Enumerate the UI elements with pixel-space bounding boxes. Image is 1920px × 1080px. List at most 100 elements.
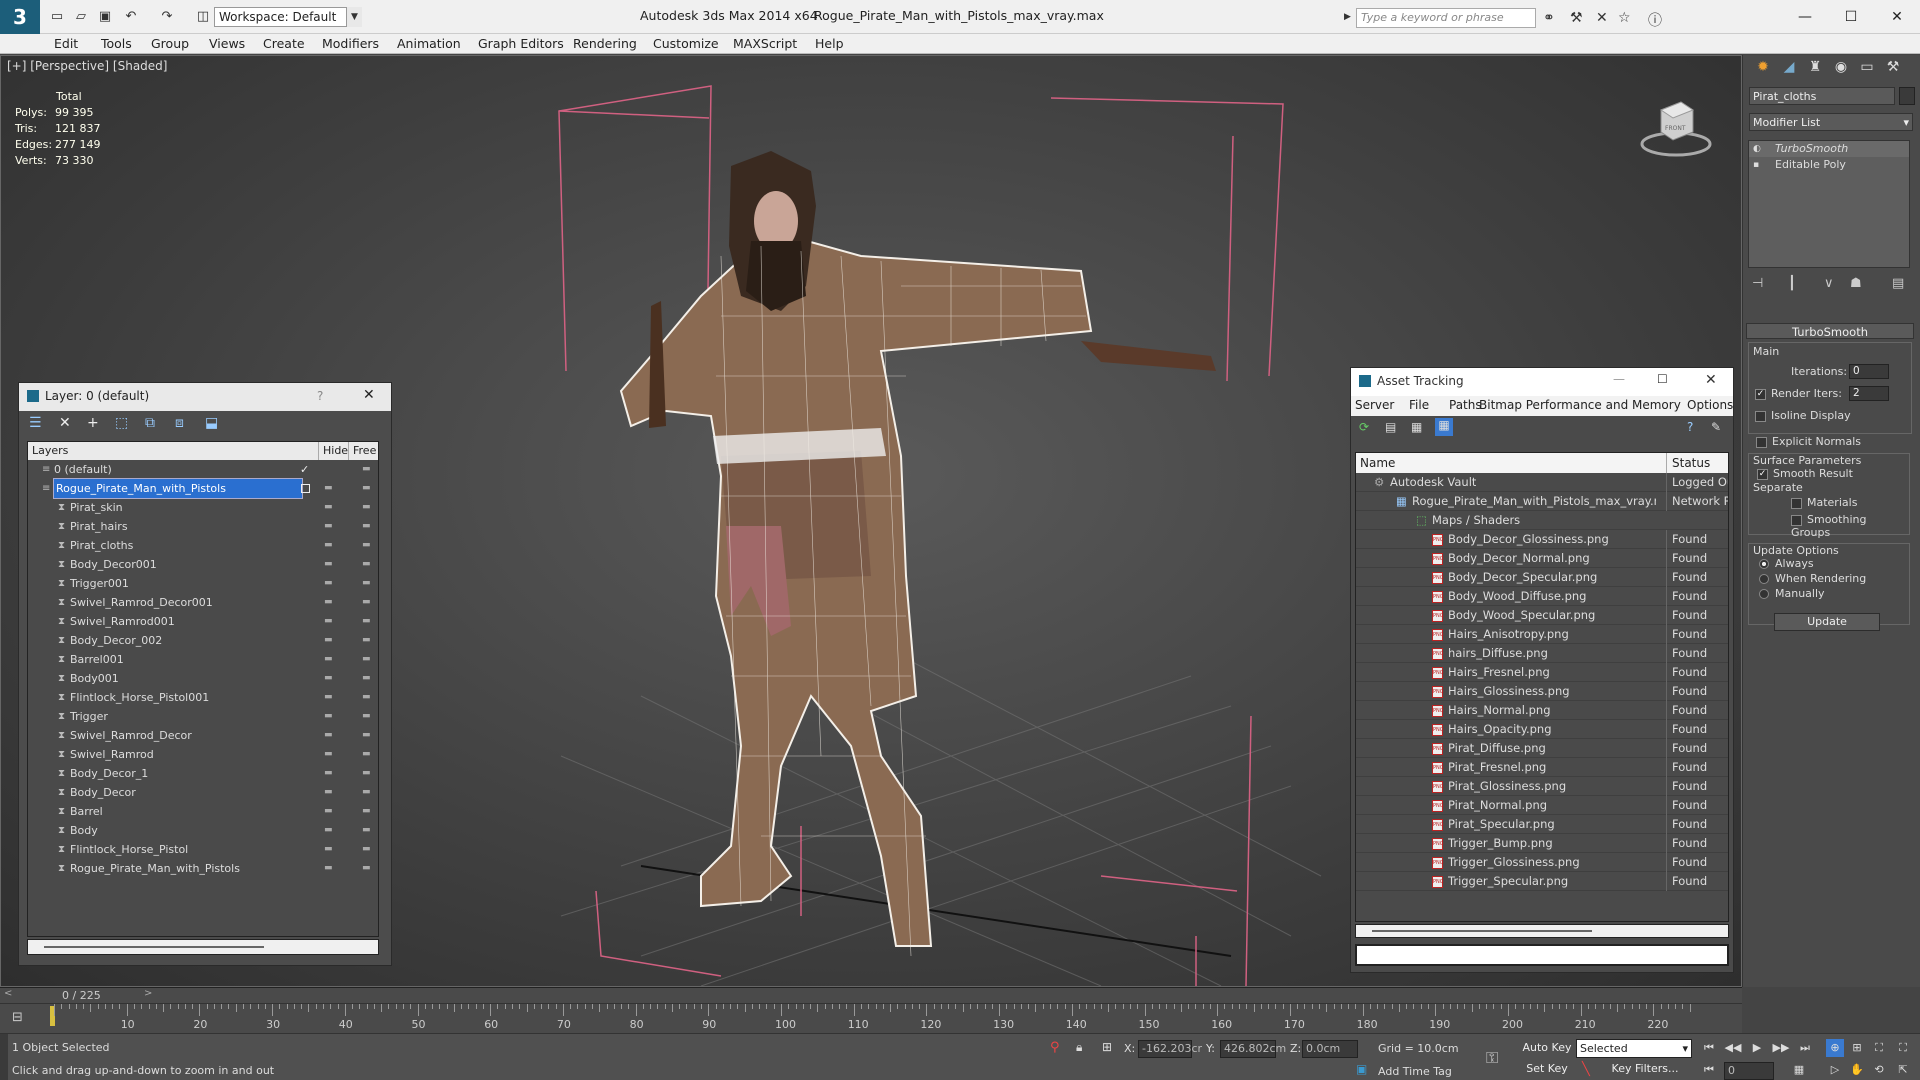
asset-row[interactable]: PNG Pirat_Diffuse.png Found <box>1356 739 1728 758</box>
hide-toggle[interactable]: ▬ <box>324 555 332 574</box>
freeze-toggle[interactable]: ▬ <box>362 764 370 783</box>
freeze-toggle[interactable]: ▬ <box>362 688 370 707</box>
layer-name[interactable]: Body_Decor001 <box>70 555 157 574</box>
asset-row[interactable]: PNG Trigger_Bump.png Found <box>1356 834 1728 853</box>
delete-layer-icon[interactable]: ✕ <box>59 415 71 431</box>
workspace-dropdown[interactable]: Workspace: Default <box>214 7 362 27</box>
hide-toggle[interactable]: ▬ <box>324 688 332 707</box>
time-slider[interactable]: < 0 / 225 > <box>0 987 1742 1003</box>
key-filters-button[interactable]: Key Filters... <box>1600 1061 1690 1079</box>
freeze-toggle[interactable]: ▬ <box>362 726 370 745</box>
z-coordinate-field[interactable]: 0.0cm <box>1302 1040 1358 1058</box>
asset-row[interactable]: PNG hairs_Diffuse.png Found <box>1356 644 1728 663</box>
layer-name[interactable]: Trigger001 <box>70 574 129 593</box>
layer-name[interactable]: Body_Decor_002 <box>70 631 162 650</box>
asset-menu-paths[interactable]: Paths <box>1449 398 1482 412</box>
show-end-result-icon[interactable]: ┃ <box>1788 276 1796 291</box>
manually-radio[interactable]: Manually <box>1749 587 1909 600</box>
freeze-toggle[interactable]: ▬ <box>362 498 370 517</box>
freeze-toggle[interactable]: ▬ <box>362 840 370 859</box>
iterations-spinner[interactable]: 0 <box>1849 364 1889 379</box>
layer-scrollbar[interactable] <box>27 939 379 955</box>
freeze-toggle[interactable]: ▬ <box>362 479 370 498</box>
hide-toggle[interactable]: ▬ <box>324 498 332 517</box>
rollout-title[interactable]: TurboSmooth <box>1746 323 1914 339</box>
object-name-field[interactable]: Pirat_cloths <box>1749 87 1895 105</box>
stack-item-turbosmooth[interactable]: ◐ TurboSmooth <box>1749 141 1909 157</box>
tree-view-icon[interactable]: ▦ <box>1411 420 1422 434</box>
hide-toggle[interactable]: ▬ <box>324 745 332 764</box>
layer-row[interactable]: ⧗ Pirat_hairs ▬ ▬ <box>28 517 378 536</box>
layer-row[interactable]: ⧗ Swivel_Ramrod ▬ ▬ <box>28 745 378 764</box>
table-view-icon[interactable]: ▦ <box>1435 418 1453 436</box>
project-folder-icon[interactable]: ◫ <box>194 9 212 25</box>
layer-row[interactable]: ⧗ Swivel_Ramrod_Decor ▬ ▬ <box>28 726 378 745</box>
zoom-all-icon[interactable]: ⊞ <box>1848 1039 1866 1057</box>
asset-menu-file[interactable]: File <box>1409 398 1429 412</box>
layer-name[interactable]: Rogue_Pirate_Man_with_Pistols <box>70 859 240 878</box>
maxscript-listener[interactable] <box>0 1034 8 1080</box>
new-file-icon[interactable]: ▭ <box>48 9 66 25</box>
layer-row[interactable]: ⧗ Body_Decor_002 ▬ ▬ <box>28 631 378 650</box>
remove-modifier-icon[interactable]: ☗ <box>1850 276 1862 291</box>
layer-row[interactable]: ⧗ Trigger001 ▬ ▬ <box>28 574 378 593</box>
save-file-icon[interactable]: ▣ <box>96 9 114 25</box>
menu-graph-editors[interactable]: Graph Editors <box>478 34 564 54</box>
next-frame-icon[interactable]: ▶▶ <box>1772 1039 1790 1057</box>
app-logo-icon[interactable]: 3 <box>0 0 40 34</box>
layer-name[interactable]: Swivel_Ramrod001 <box>70 612 175 631</box>
object-color-swatch[interactable] <box>1899 87 1915 105</box>
create-tab-icon[interactable]: ✹ <box>1751 59 1775 81</box>
hide-toggle[interactable]: ▬ <box>324 479 332 498</box>
layer-row[interactable]: ≡ 0 (default) ✓ ▬ <box>28 460 378 479</box>
freeze-toggle[interactable]: ▬ <box>362 460 370 479</box>
hierarchy-tab-icon[interactable]: ♜ <box>1803 59 1827 81</box>
menu-edit[interactable]: Edit <box>54 34 78 54</box>
col-layers[interactable]: Layers <box>32 442 68 460</box>
asset-row[interactable]: ⬚ Maps / Shaders <box>1356 511 1728 530</box>
layer-name[interactable]: Body_Decor_1 <box>70 764 148 783</box>
layer-window-titlebar[interactable]: Layer: 0 (default) ? ✕ <box>19 383 391 411</box>
make-unique-icon[interactable]: ∨ <box>1824 276 1834 291</box>
col-hide[interactable]: Hide <box>318 442 348 460</box>
explicit-normals-checkbox[interactable]: Explicit Normals <box>1756 435 1861 448</box>
time-tag-icon[interactable]: ▣ <box>1356 1062 1367 1076</box>
key-mode-toggle-icon[interactable]: ⏮ <box>1700 1061 1718 1079</box>
add-layer-icon[interactable]: + <box>87 415 99 431</box>
zoom-icon[interactable]: ⊕ <box>1826 1039 1844 1057</box>
asset-window-titlebar[interactable]: Asset Tracking — ☐ ✕ <box>1351 368 1733 396</box>
minimize-icon[interactable]: — <box>1613 372 1625 386</box>
prev-frame-icon[interactable]: < <box>4 988 12 999</box>
active-layer-check-icon[interactable]: ✓ <box>300 460 309 479</box>
freeze-toggle[interactable]: ▬ <box>362 859 370 878</box>
freeze-toggle[interactable]: ▬ <box>362 536 370 555</box>
materials-checkbox[interactable]: Materials <box>1749 496 1909 509</box>
asset-row[interactable]: ▦ Rogue_Pirate_Man_with_Pistols_max_vray.… <box>1356 492 1728 511</box>
layer-name[interactable]: Swivel_Ramrod <box>70 745 154 764</box>
layer-row[interactable]: ⧗ Barrel ▬ ▬ <box>28 802 378 821</box>
freeze-toggle[interactable]: ▬ <box>362 745 370 764</box>
layer-row[interactable]: ⧗ Flintlock_Horse_Pistol001 ▬ ▬ <box>28 688 378 707</box>
freeze-toggle[interactable]: ▬ <box>362 555 370 574</box>
chevron-down-icon[interactable]: ▼ <box>346 7 362 27</box>
freeze-toggle[interactable]: ▬ <box>362 802 370 821</box>
timeline-ruler[interactable]: ⊟ 10 20 30 40 50 60 70 80 90 100 110 120 130 140 150 16… <box>0 1003 1742 1033</box>
subscription-icon[interactable]: ⚒ <box>1570 10 1583 26</box>
zoom-extents-all-icon[interactable]: ⛶ <box>1894 1039 1912 1057</box>
hide-toggle[interactable]: ▬ <box>324 783 332 802</box>
current-frame-field[interactable]: 0 <box>1724 1062 1774 1080</box>
hide-toggle[interactable]: ▬ <box>324 593 332 612</box>
field-of-view-icon[interactable]: ▷ <box>1826 1061 1844 1079</box>
maximize-icon[interactable]: ☐ <box>1657 372 1668 386</box>
freeze-toggle[interactable]: ▬ <box>362 574 370 593</box>
modifier-list-dropdown[interactable]: Modifier List ▾ <box>1749 113 1913 131</box>
menu-help[interactable]: Help <box>815 34 844 54</box>
when-rendering-radio[interactable]: When Rendering <box>1749 572 1909 585</box>
asset-row[interactable]: PNG Hairs_Fresnel.png Found <box>1356 663 1728 682</box>
auto-key-button[interactable]: Auto Key <box>1520 1039 1574 1059</box>
layer-name[interactable]: Rogue_Pirate_Man_with_Pistols <box>53 478 303 499</box>
selection-lock-icon[interactable]: 🔒︎ <box>1076 1040 1082 1055</box>
smooth-result-checkbox[interactable]: ✓ Smooth Result <box>1749 467 1909 480</box>
freeze-toggle[interactable]: ▬ <box>362 631 370 650</box>
minimize-icon[interactable]: — <box>1782 4 1828 30</box>
